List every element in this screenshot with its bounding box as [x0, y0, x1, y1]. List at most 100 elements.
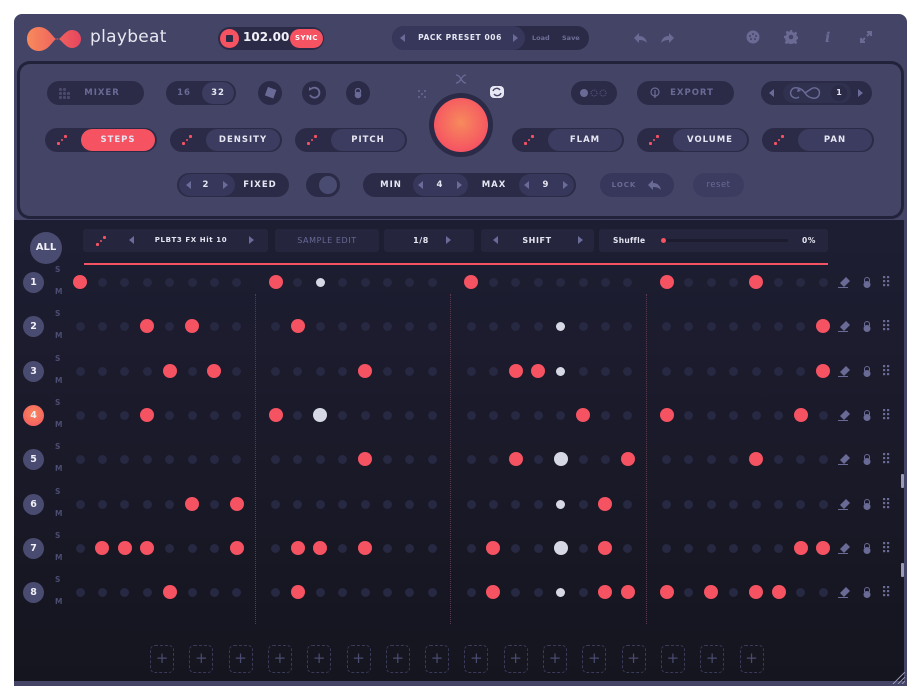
step-off[interactable] [383, 543, 392, 553]
step-off[interactable] [729, 587, 739, 597]
track-number-button[interactable]: 2 [23, 316, 44, 337]
step-off[interactable] [75, 587, 85, 597]
shift-right-icon[interactable] [578, 236, 583, 244]
shuffle-slider-handle[interactable] [661, 238, 666, 243]
step-off[interactable] [818, 410, 828, 420]
step-off[interactable] [774, 543, 783, 553]
step-off[interactable] [427, 587, 437, 597]
step-on[interactable] [229, 497, 244, 511]
step-off[interactable] [662, 321, 671, 331]
step-off[interactable] [75, 321, 85, 331]
step-off[interactable] [623, 543, 633, 553]
step-on[interactable] [816, 364, 831, 378]
step-on[interactable] [140, 319, 155, 333]
step-off[interactable] [427, 410, 437, 420]
step-off[interactable] [293, 410, 303, 420]
drag-handle-icon[interactable] [883, 365, 891, 377]
step-off[interactable] [360, 587, 370, 597]
step-off[interactable] [751, 410, 761, 420]
step-off[interactable] [533, 410, 543, 420]
resize-grip-icon[interactable] [891, 672, 905, 684]
sample-edit-button[interactable]: SAMPLE EDIT [275, 229, 379, 252]
drag-handle-icon[interactable] [883, 542, 891, 554]
track-number-button[interactable]: 4 [23, 405, 44, 426]
track-number-button[interactable]: 6 [23, 494, 44, 515]
step-on[interactable] [576, 408, 590, 422]
step-off[interactable] [405, 366, 415, 376]
mute-button[interactable]: M [55, 597, 62, 606]
step-off[interactable] [271, 321, 280, 331]
step-off[interactable] [600, 410, 610, 420]
step-accent[interactable] [556, 499, 566, 509]
step-off[interactable] [774, 321, 783, 331]
step-off[interactable] [120, 366, 130, 376]
step-off[interactable] [751, 366, 761, 376]
step-off[interactable] [293, 277, 303, 287]
step-off[interactable] [796, 321, 806, 331]
lock-icon[interactable] [862, 364, 872, 378]
step-off[interactable] [729, 321, 739, 331]
step-off[interactable] [165, 277, 175, 287]
sample-dice-icon[interactable] [96, 236, 106, 246]
step-off[interactable] [684, 587, 694, 597]
step-accent[interactable] [553, 541, 568, 555]
add-track-slot[interactable]: + [700, 645, 725, 673]
step-off[interactable] [662, 454, 671, 464]
step-on[interactable] [598, 541, 613, 555]
step-off[interactable] [120, 587, 130, 597]
step-on[interactable] [508, 364, 523, 378]
eraser-icon[interactable] [837, 542, 851, 554]
step-on[interactable] [290, 585, 305, 599]
add-track-slot[interactable]: + [660, 645, 685, 673]
step-off[interactable] [209, 410, 219, 420]
step-off[interactable] [383, 277, 392, 287]
step-on[interactable] [598, 585, 613, 599]
drag-handle-icon[interactable] [883, 586, 891, 598]
step-on[interactable] [620, 452, 635, 466]
step-off[interactable] [600, 366, 610, 376]
step-on[interactable] [313, 541, 328, 555]
step-off[interactable] [488, 277, 498, 287]
step-off[interactable] [209, 587, 219, 597]
step-on[interactable] [620, 585, 635, 599]
step-off[interactable] [578, 277, 588, 287]
add-track-slot[interactable]: + [228, 645, 253, 673]
solo-button[interactable]: S [55, 487, 60, 496]
step-off[interactable] [75, 543, 85, 553]
step-off[interactable] [383, 454, 392, 464]
step-off[interactable] [533, 543, 543, 553]
step-off[interactable] [533, 277, 543, 287]
step-on[interactable] [185, 319, 199, 333]
step-off[interactable] [511, 543, 521, 553]
step-off[interactable] [427, 321, 437, 331]
step-off[interactable] [706, 321, 716, 331]
step-off[interactable] [706, 543, 716, 553]
step-off[interactable] [623, 410, 633, 420]
step-off[interactable] [818, 277, 828, 287]
add-track-slot[interactable]: + [464, 645, 489, 673]
step-accent[interactable] [556, 587, 566, 597]
step-off[interactable] [706, 499, 716, 509]
step-off[interactable] [511, 499, 521, 509]
track-number-button[interactable]: 5 [23, 449, 44, 470]
step-off[interactable] [729, 277, 739, 287]
step-on[interactable] [140, 408, 155, 422]
step-on[interactable] [659, 408, 674, 422]
step-off[interactable] [427, 499, 437, 509]
step-off[interactable] [684, 277, 694, 287]
step-off[interactable] [75, 366, 85, 376]
eraser-icon[interactable] [837, 320, 851, 332]
step-off[interactable] [466, 410, 476, 420]
step-on[interactable] [749, 452, 764, 466]
step-off[interactable] [511, 277, 521, 287]
add-track-slot[interactable]: + [739, 645, 764, 673]
shuffle-slider-track[interactable] [662, 239, 788, 242]
step-off[interactable] [271, 587, 280, 597]
step-off[interactable] [360, 277, 370, 287]
step-on[interactable] [268, 275, 283, 289]
step-off[interactable] [774, 277, 783, 287]
step-off[interactable] [405, 277, 415, 287]
sample-next-icon[interactable] [249, 236, 254, 244]
step-off[interactable] [706, 366, 716, 376]
step-accent[interactable] [556, 321, 566, 331]
